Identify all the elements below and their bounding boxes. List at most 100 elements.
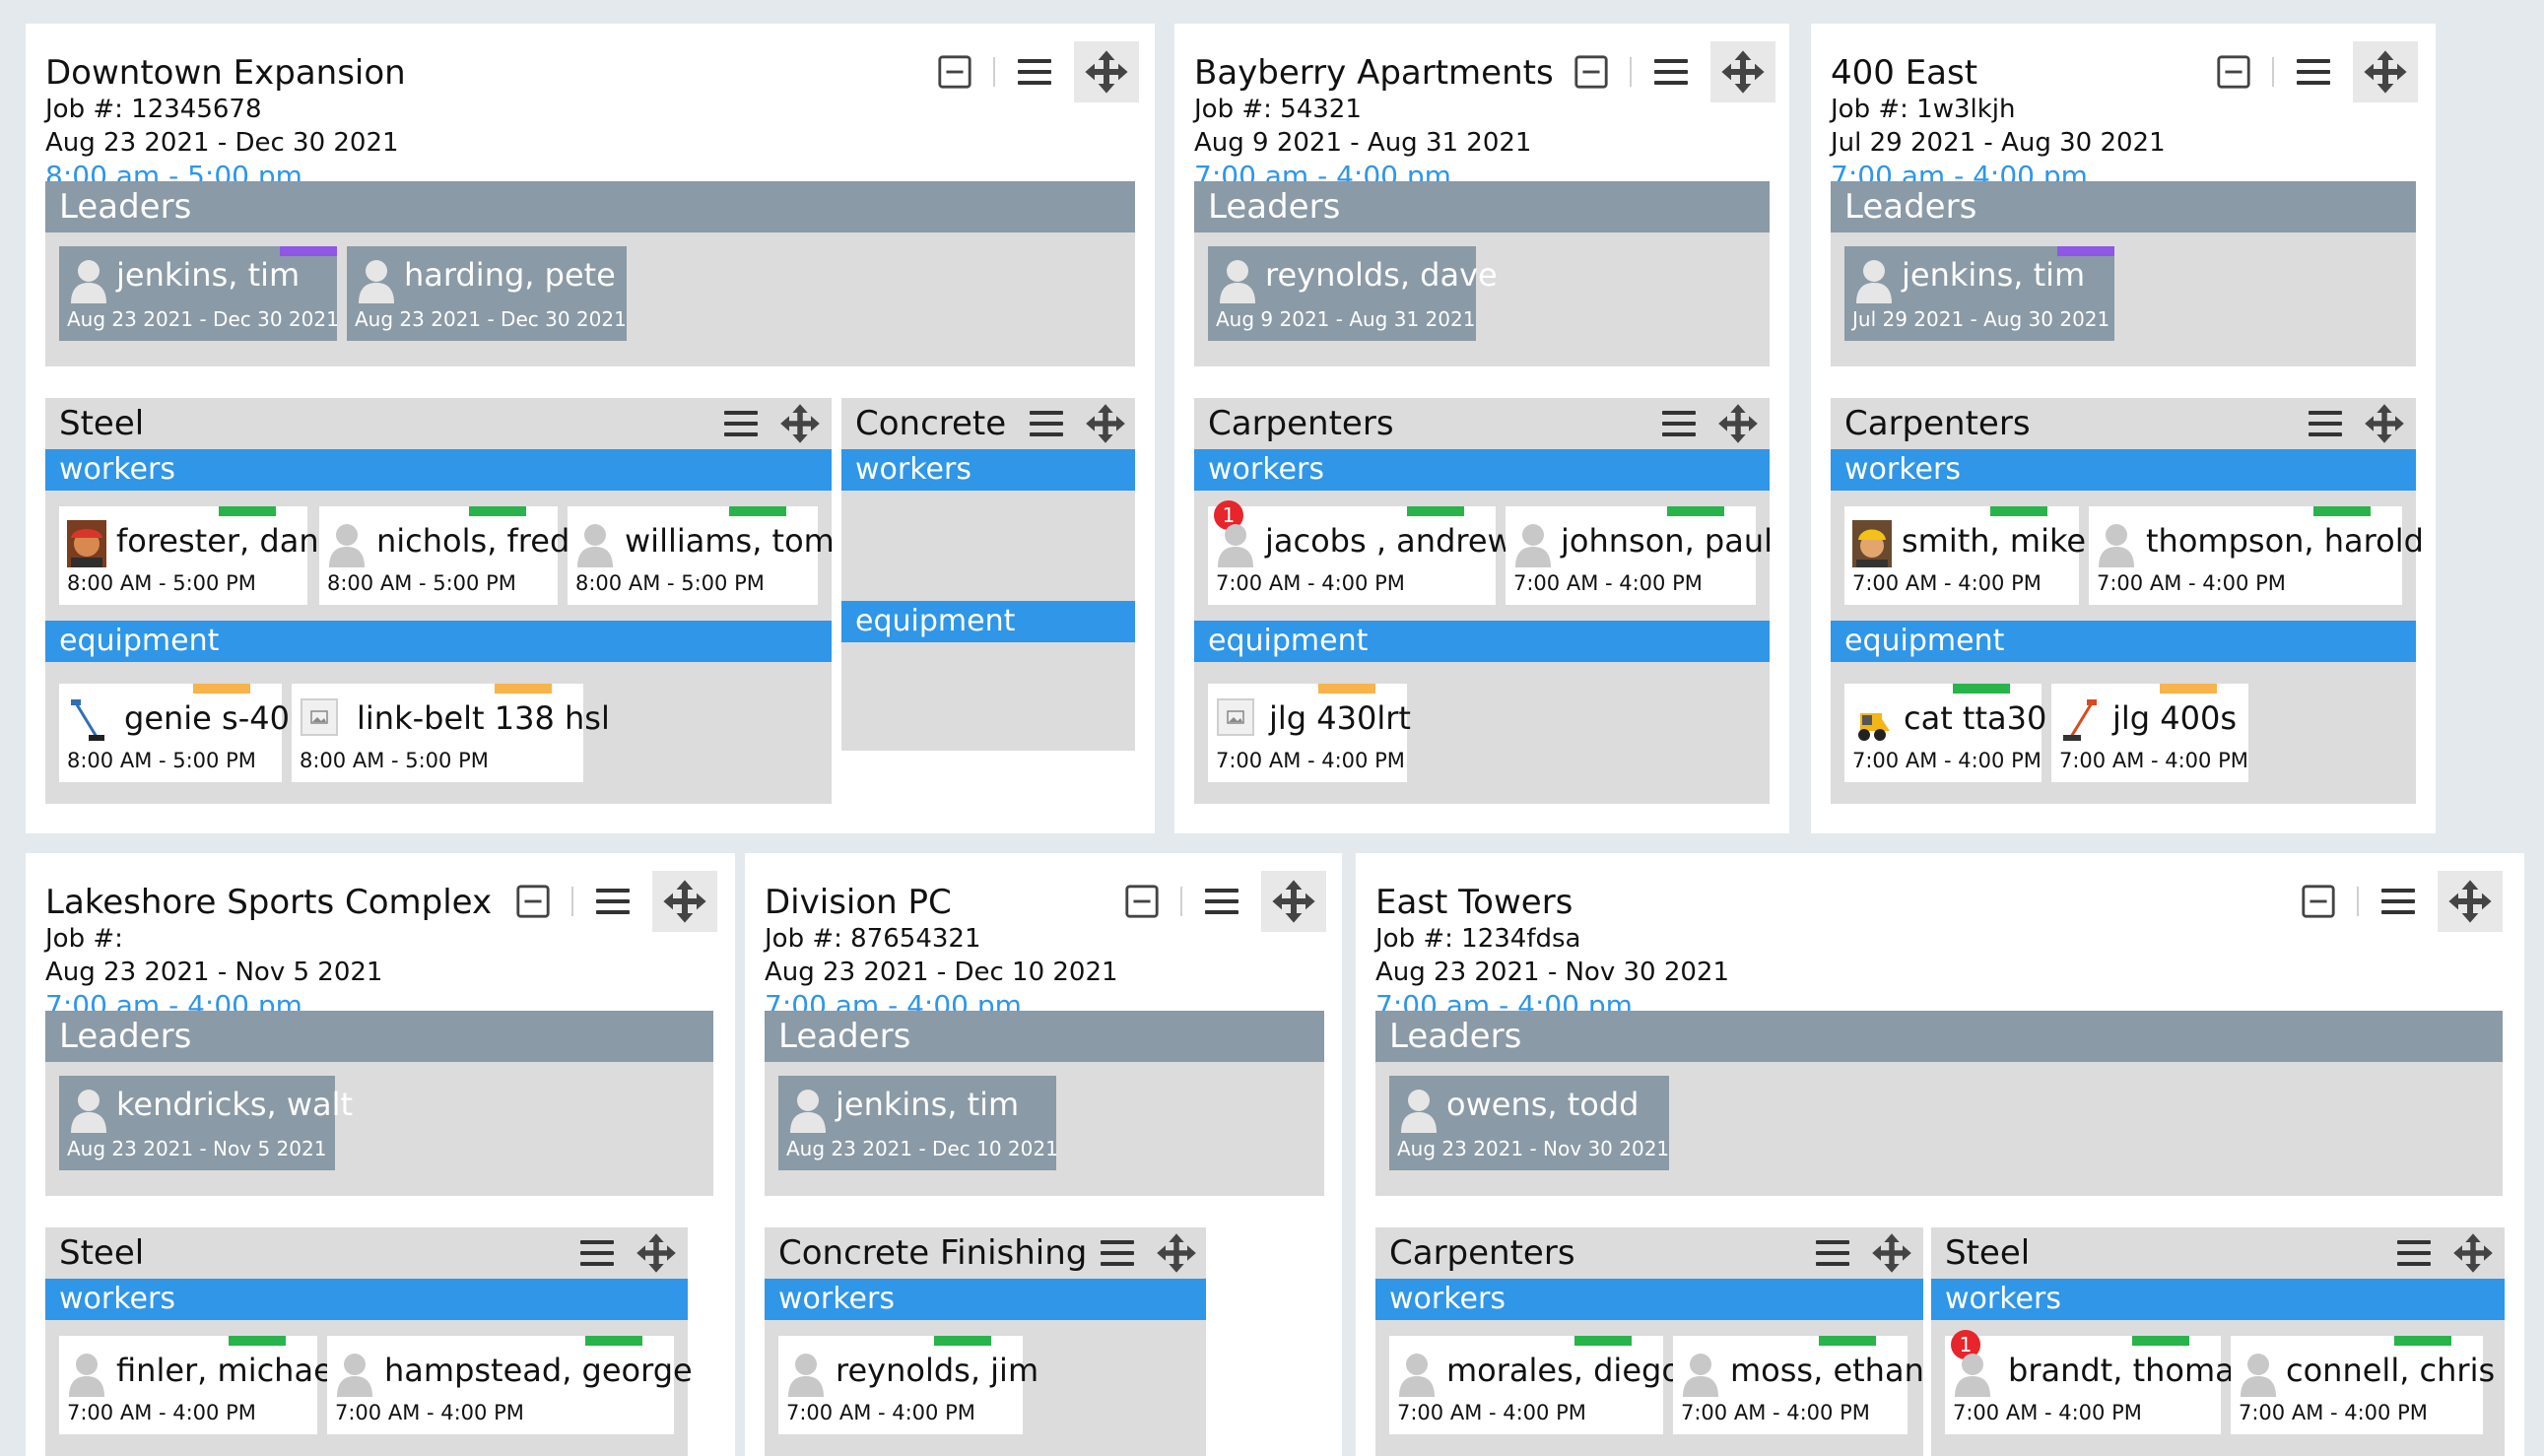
crew-header: Concrete [841,398,1135,449]
collapse-icon[interactable] [1123,883,1161,920]
equipment-header: equipment [841,601,1135,642]
job-title: 400 East [1831,53,1978,93]
move-icon[interactable] [2363,402,2406,445]
worker-card[interactable]: reynolds, jim 7:00 AM - 4:00 PM [778,1336,1038,1434]
equipment-card[interactable]: jlg 430lrt 7:00 AM - 4:00 PM [1208,684,1411,782]
worker-card[interactable]: 1 brandt, thomas 7:00 AM - 4:00 PM [1945,1330,2250,1434]
equipment-card[interactable]: link-belt 138 hsl 8:00 AM - 5:00 PM [292,684,610,782]
menu-icon[interactable] [1098,1233,1137,1273]
move-icon[interactable] [1084,402,1127,445]
menu-icon[interactable] [1659,404,1699,443]
move-icon[interactable] [1716,402,1760,445]
worker-hours: 7:00 AM - 4:00 PM [1953,1401,2142,1424]
equipment-header: equipment [1194,621,1770,662]
move-handle[interactable] [2438,871,2503,932]
move-handle[interactable] [1710,41,1775,102]
crew-controls [1659,398,1760,449]
worker-name: jacobs , andrew [1265,522,1513,560]
worker-name: connell, chris [2286,1352,2496,1389]
collapse-icon[interactable] [2215,53,2252,91]
menu-icon[interactable] [2378,882,2418,921]
crew-title: Concrete [855,404,1007,443]
crew-controls [1813,1227,1913,1279]
worker-card[interactable]: smith, mike 7:00 AM - 4:00 PM [1844,506,2086,605]
crew-steel: Steel workers finler, michael 7:00 AM - … [45,1227,693,1456]
worker-card[interactable]: finler, michael 7:00 AM - 4:00 PM [59,1336,342,1434]
job-title: East Towers [1375,883,1573,922]
move-icon[interactable] [778,402,822,445]
worker-card[interactable]: 1 jacobs , andrew 7:00 AM - 4:00 PM [1208,500,1513,605]
move-handle[interactable] [1261,871,1326,932]
move-icon[interactable] [2451,1231,2495,1275]
worker-name: williams, tom [625,522,835,560]
worker-card[interactable]: hampstead, george 7:00 AM - 4:00 PM [327,1336,693,1434]
menu-icon[interactable] [593,882,633,921]
leader-name: kendricks, walt [116,1086,354,1123]
job-panel-400-east: 400 East Job #: 1w3lkjh Jul 29 2021 - Au… [1811,24,2436,833]
leaders-section: Leaders reynolds, dave Aug 9 2021 - Aug … [1194,181,1770,366]
menu-icon[interactable] [1202,882,1241,921]
move-handle[interactable] [2353,41,2418,102]
leader-dates: Aug 23 2021 - Dec 30 2021 [355,307,627,331]
menu-icon[interactable] [577,1233,617,1273]
crew-steel: Steel workers forester, dan 8:00 AM - 5:… [45,398,835,804]
move-icon[interactable] [1155,1231,1198,1275]
equipment-card[interactable]: cat tta30 7:00 AM - 4:00 PM [1844,684,2046,782]
worker-name: moss, ethan [1730,1352,1924,1389]
crew-controls [1027,398,1127,449]
leader-card[interactable]: owens, todd Aug 23 2021 - Nov 30 2021 [1389,1076,1669,1170]
leader-card[interactable]: kendricks, walt Aug 23 2021 - Nov 5 2021 [59,1076,353,1170]
leaders-header: Leaders [1375,1011,2503,1062]
collapse-icon[interactable] [936,53,973,91]
leader-card[interactable]: jenkins, tim Jul 29 2021 - Aug 30 2021 [1844,246,2114,341]
crew-header: Concrete Finishing [765,1227,1206,1279]
crew-controls [1098,1227,1198,1279]
menu-icon[interactable] [1027,404,1066,443]
worker-card[interactable]: thompson, harold 7:00 AM - 4:00 PM [2089,506,2424,605]
leader-card[interactable]: harding, pete Aug 23 2021 - Dec 30 2021 [347,246,627,341]
leaders-header: Leaders [45,181,1135,232]
avatar-icon [1218,256,1257,303]
worker-card[interactable]: morales, diego 7:00 AM - 4:00 PM [1389,1336,1681,1434]
status-tag [1667,506,1724,516]
worker-card[interactable]: forester, dan 8:00 AM - 5:00 PM [59,506,319,605]
menu-icon[interactable] [1813,1233,1852,1273]
move-icon [2446,878,2494,925]
worker-card[interactable]: williams, tom 8:00 AM - 5:00 PM [568,506,835,605]
leader-name: reynolds, dave [1265,256,1498,294]
leader-card[interactable]: reynolds, dave Aug 9 2021 - Aug 31 2021 [1208,246,1498,341]
crew-controls [2394,1227,2495,1279]
boom-lift-icon [2059,697,2099,745]
menu-icon[interactable] [2294,52,2333,92]
menu-icon[interactable] [721,404,761,443]
workers-header: workers [1375,1279,1923,1320]
workers-header: workers [1194,449,1770,491]
worker-card[interactable]: nichols, fred 8:00 AM - 5:00 PM [319,506,569,605]
job-panel-bayberry-apartments: Bayberry Apartments Job #: 54321 Aug 9 2… [1174,24,1789,833]
move-handle[interactable] [652,871,717,932]
equipment-card[interactable]: genie s-40 8:00 AM - 5:00 PM [59,684,290,782]
job-panel-east-towers: East Towers Job #: 1234fdsa Aug 23 2021 … [1356,853,2524,1456]
move-icon[interactable] [635,1231,678,1275]
equipment-card[interactable]: jlg 400s 7:00 AM - 4:00 PM [2051,684,2248,782]
worker-card[interactable]: johnson, paul 7:00 AM - 4:00 PM [1506,506,1773,605]
worker-card[interactable]: connell, chris 7:00 AM - 4:00 PM [2231,1336,2495,1434]
move-handle[interactable] [1074,41,1139,102]
leader-card[interactable]: jenkins, tim Aug 23 2021 - Dec 30 2021 [59,246,339,341]
status-tag [1407,506,1464,516]
leader-card[interactable]: jenkins, tim Aug 23 2021 - Dec 10 2021 [778,1076,1058,1170]
crew-carpenters: Carpenters workers morales, diego 7:00 A… [1375,1227,1924,1456]
menu-icon[interactable] [1015,52,1054,92]
worker-card[interactable]: moss, ethan 7:00 AM - 4:00 PM [1673,1336,1924,1434]
worker-name: thompson, harold [2146,522,2424,560]
collapse-icon[interactable] [514,883,552,920]
collapse-icon[interactable] [1573,53,1610,91]
collapse-icon[interactable] [2300,883,2337,920]
avatar-icon [1953,1350,1992,1397]
menu-icon[interactable] [1651,52,1691,92]
move-icon[interactable] [1870,1231,1913,1275]
menu-icon[interactable] [2394,1233,2434,1273]
job-panel-lakeshore-sports-complex: Lakeshore Sports Complex Job #: Aug 23 2… [26,853,735,1456]
menu-icon[interactable] [2306,404,2345,443]
move-icon [1270,878,1317,925]
